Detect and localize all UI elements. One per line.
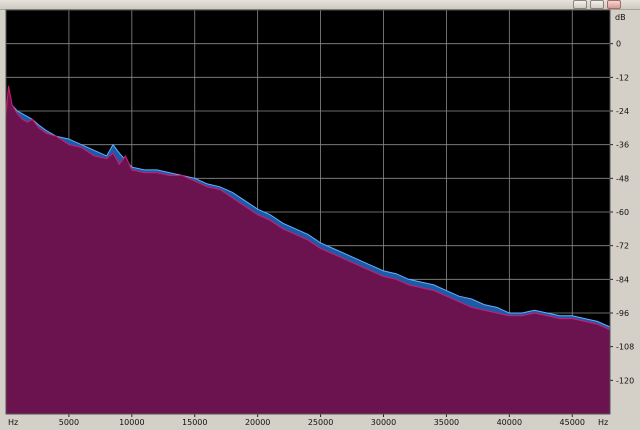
y-tick-label: -120 [616,376,634,385]
spectrum-window: 5000 10000 15000 20000 25000 30000 35000 40000 4… [0,0,640,430]
x-unit-right: Hz [598,418,608,427]
y-tick-label: -60 [616,208,629,217]
y-tick-label: -24 [616,107,629,116]
x-tick-label: 5000 [59,418,79,427]
x-tick-label: 25000 [308,418,333,427]
x-tick-label: 40000 [497,418,522,427]
y-unit-label: dB [615,13,626,22]
y-tick-label: -72 [616,242,629,251]
y-tick-label: -108 [616,343,634,352]
y-tick-label: 0 [616,40,621,49]
y-tick-label: -12 [616,73,629,82]
y-tick-label: -48 [616,174,629,183]
x-tick-label: 45000 [560,418,585,427]
x-unit-left: Hz [8,418,18,427]
spectrum-chart: 5000 10000 15000 20000 25000 30000 35000 40000 4… [5,9,634,427]
y-tick-label: -36 [616,141,629,150]
y-tick-label: -84 [616,275,629,284]
x-tick-label: 30000 [371,418,396,427]
x-tick-label: 10000 [119,418,144,427]
y-tick-label: -96 [616,309,629,318]
x-tick-label: 20000 [245,418,270,427]
x-tick-label: 15000 [182,418,207,427]
x-tick-label: 35000 [434,418,459,427]
